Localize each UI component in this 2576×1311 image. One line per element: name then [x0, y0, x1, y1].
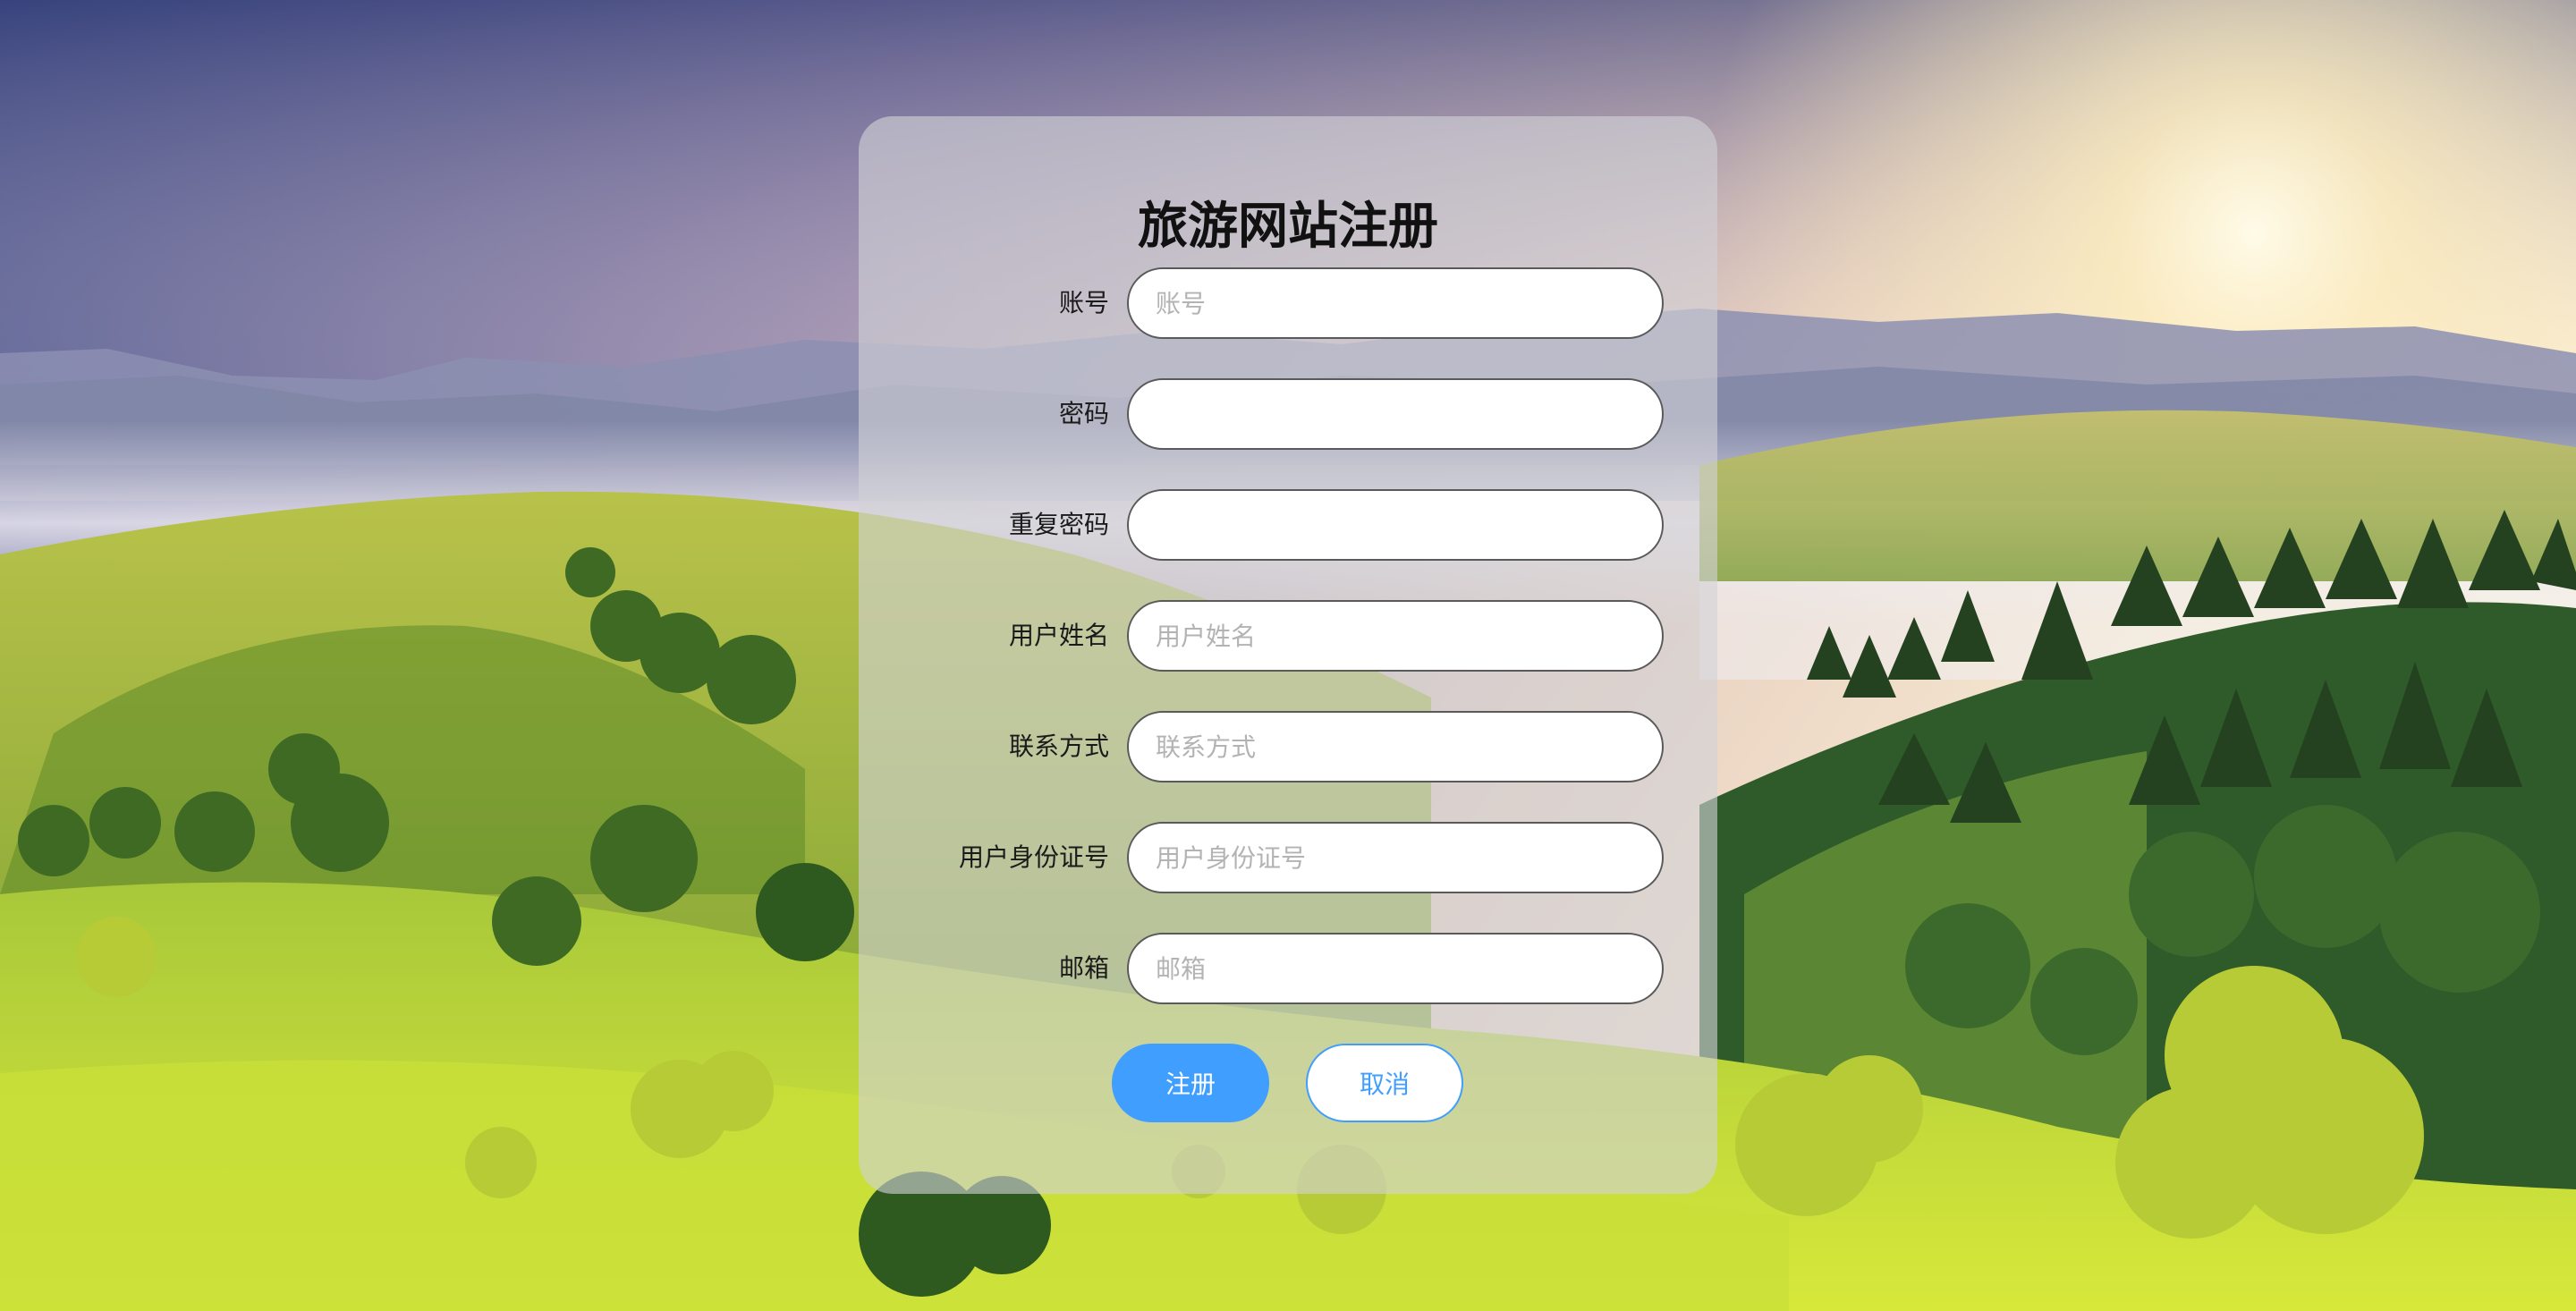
registration-page: 旅游网站注册 账号 密码 重复密码 用户姓名 联系方式 用户身份证号 邮箱 [0, 0, 2576, 1311]
id-number-label: 用户身份证号 [958, 842, 1109, 872]
email-input[interactable] [1127, 933, 1664, 1004]
user-name-input[interactable] [1127, 600, 1664, 672]
form-title: 旅游网站注册 [1138, 198, 1438, 256]
id-number-row: 用户身份证号 [859, 822, 1717, 893]
user-name-row: 用户姓名 [859, 600, 1717, 672]
password-label: 密码 [1058, 399, 1109, 428]
email-row: 邮箱 [859, 933, 1717, 1004]
cancel-button[interactable]: 取消 [1306, 1044, 1463, 1122]
contact-input[interactable] [1127, 711, 1664, 782]
email-label: 邮箱 [1058, 953, 1109, 983]
user-name-label: 用户姓名 [1008, 621, 1109, 650]
id-number-input[interactable] [1127, 822, 1664, 893]
register-button[interactable]: 注册 [1112, 1044, 1269, 1122]
account-label: 账号 [1058, 288, 1109, 317]
password-input[interactable] [1127, 378, 1664, 450]
account-row: 账号 [859, 267, 1717, 339]
contact-row: 联系方式 [859, 711, 1717, 782]
account-input[interactable] [1127, 267, 1664, 339]
password-row: 密码 [859, 378, 1717, 450]
confirm-password-input[interactable] [1127, 489, 1664, 561]
registration-panel: 旅游网站注册 账号 密码 重复密码 用户姓名 联系方式 用户身份证号 邮箱 [859, 116, 1717, 1194]
confirm-password-row: 重复密码 [859, 489, 1717, 561]
contact-label: 联系方式 [1008, 732, 1109, 761]
confirm-password-label: 重复密码 [1008, 510, 1109, 539]
